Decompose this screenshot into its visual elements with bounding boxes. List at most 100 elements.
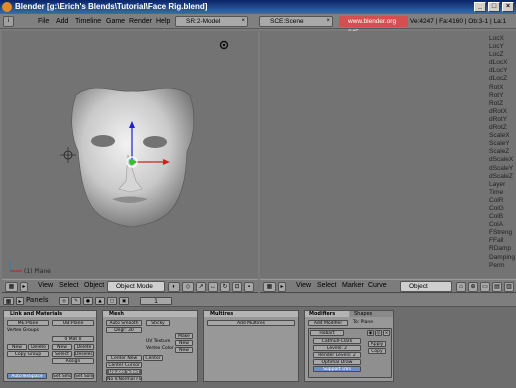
channel-item[interactable]: RotZ bbox=[489, 100, 516, 108]
new-material-button[interactable]: New bbox=[52, 344, 72, 350]
tab-shapes[interactable]: Shapes bbox=[350, 311, 393, 317]
channel-item[interactable]: RotX bbox=[489, 84, 516, 92]
channel-item[interactable]: Time bbox=[489, 189, 516, 197]
modifier-name-field[interactable]: Hobart bbox=[310, 330, 344, 336]
levels-field[interactable]: Levels: 2 bbox=[313, 345, 361, 351]
menu-render[interactable]: Render bbox=[129, 14, 152, 29]
channel-item[interactable]: ColB bbox=[489, 213, 516, 221]
scale-icon[interactable]: ⊡ bbox=[232, 282, 242, 292]
add-multires-button[interactable]: Add Multires bbox=[207, 320, 295, 326]
editor-type-icon[interactable]: ▦ bbox=[3, 297, 14, 305]
assign-button[interactable]: Assign bbox=[52, 358, 94, 364]
channel-item[interactable]: Layer bbox=[489, 181, 516, 189]
lock-icon[interactable]: ⌂ bbox=[456, 282, 466, 292]
pivot-icon[interactable]: ◇ bbox=[182, 282, 194, 292]
channel-item[interactable]: dScaleY bbox=[489, 165, 516, 173]
tab-modifiers[interactable]: Modifiers bbox=[305, 311, 349, 317]
channel-item[interactable]: dLocX bbox=[489, 59, 516, 67]
ipo-editor[interactable]: LocX LocY LocZ dLocX dLocY dLocZ RotX Ro… bbox=[260, 31, 516, 278]
menu-marker[interactable]: Marker bbox=[342, 280, 364, 292]
no-vnormal-flip-toggle[interactable]: No V.Normal Flip bbox=[106, 376, 142, 382]
script-context-icon[interactable]: ✎ bbox=[71, 297, 81, 305]
draw-type-icon[interactable]: ◐ bbox=[168, 282, 180, 292]
channel-item[interactable]: Perm bbox=[489, 262, 516, 270]
render-toggle-icon[interactable]: ◉ bbox=[367, 330, 374, 336]
channel-item[interactable]: RDamp bbox=[489, 245, 516, 253]
channel-item[interactable]: dRotX bbox=[489, 108, 516, 116]
3d-viewport[interactable]: (1) Plane bbox=[2, 31, 258, 278]
close-icon[interactable]: × bbox=[241, 17, 245, 26]
shading-context-icon[interactable]: ● bbox=[83, 297, 93, 305]
channel-item[interactable]: ColR bbox=[489, 197, 516, 205]
menu-help[interactable]: Help bbox=[156, 14, 170, 29]
ipo-type-selector[interactable]: Object bbox=[400, 281, 452, 292]
center-button[interactable]: Center bbox=[143, 355, 163, 361]
channel-item[interactable]: Damping bbox=[489, 254, 516, 262]
copy-icon[interactable]: ▤ bbox=[492, 282, 502, 292]
add-modifier-button[interactable]: Add Modifier bbox=[308, 320, 348, 326]
logic-context-icon[interactable]: ◎ bbox=[59, 297, 69, 305]
zoom-icon[interactable]: ⊕ bbox=[468, 282, 478, 292]
editor-type-icon[interactable]: ▦ bbox=[263, 282, 276, 292]
menu-add[interactable]: Add bbox=[56, 14, 68, 29]
delete-vgroup-button[interactable]: Delete bbox=[28, 344, 49, 350]
delete-material-button[interactable]: Delete bbox=[74, 344, 94, 350]
rotate-icon[interactable]: ↻ bbox=[220, 282, 230, 292]
manipulator-toggle-icon[interactable]: ↗ bbox=[196, 282, 206, 292]
autotexspace-toggle[interactable]: AutoTexSpace bbox=[7, 373, 47, 379]
scene-selector[interactable]: SCE:Scene × bbox=[259, 16, 333, 27]
menu-view[interactable]: View bbox=[296, 280, 311, 292]
menu-file[interactable]: File bbox=[38, 14, 49, 29]
minimize-button[interactable]: _ bbox=[474, 2, 486, 12]
display-toggle-icon[interactable]: ◎ bbox=[375, 330, 382, 336]
deselect-button[interactable]: Deselect bbox=[74, 351, 94, 357]
mode-selector[interactable]: Object Mode bbox=[107, 281, 165, 292]
render-levels-field[interactable]: Render Levels: 2 bbox=[313, 352, 361, 358]
menu-select[interactable]: Select bbox=[59, 280, 78, 292]
menu-view[interactable]: View bbox=[38, 280, 53, 292]
material-index-field[interactable]: 0 Mat 0 bbox=[52, 336, 94, 342]
channel-item[interactable]: ScaleX bbox=[489, 132, 516, 140]
channel-item[interactable]: dRotY bbox=[489, 116, 516, 124]
editing-context-icon[interactable]: □ bbox=[107, 297, 117, 305]
set-smooth-button[interactable]: Set Smooth bbox=[52, 373, 72, 379]
blender-url[interactable]: www.blender.org 245 bbox=[339, 16, 408, 36]
channel-item[interactable]: ScaleY bbox=[489, 140, 516, 148]
channel-item[interactable]: ColG bbox=[489, 205, 516, 213]
object-context-icon[interactable]: ▲ bbox=[95, 297, 105, 305]
uv-new-button[interactable]: New bbox=[175, 340, 193, 346]
apply-button[interactable]: Apply bbox=[368, 341, 386, 347]
collapse-menu-icon[interactable]: ▸ bbox=[20, 282, 28, 292]
support-uvs-toggle[interactable]: Support UVs bbox=[313, 366, 361, 372]
center-cursor-button[interactable]: Center Cursor bbox=[106, 362, 142, 368]
menu-timeline[interactable]: Timeline bbox=[75, 14, 101, 29]
channel-item[interactable]: dLocY bbox=[489, 67, 516, 75]
channel-item[interactable]: dScaleZ bbox=[489, 173, 516, 181]
translate-icon[interactable]: ↔ bbox=[208, 282, 218, 292]
channel-item[interactable]: LocX bbox=[489, 35, 516, 43]
screen-selector[interactable]: SR:2-Model × bbox=[175, 16, 248, 27]
mesh-name-field[interactable]: ME:Plane bbox=[7, 320, 49, 326]
channel-item[interactable]: FFall bbox=[489, 237, 516, 245]
collapse-menu-icon[interactable]: ▸ bbox=[278, 282, 286, 292]
subsurf-type-select[interactable]: Catmull-Clark bbox=[313, 338, 361, 344]
copy-group-button[interactable]: Copy Group bbox=[7, 351, 49, 357]
scene-context-icon[interactable]: ▣ bbox=[119, 297, 129, 305]
layer-icon[interactable]: ▪ bbox=[244, 282, 254, 292]
channel-item[interactable]: dScaleX bbox=[489, 156, 516, 164]
close-icon[interactable]: × bbox=[326, 17, 330, 26]
menu-object[interactable]: Object bbox=[84, 280, 104, 292]
paste-icon[interactable]: ▥ bbox=[504, 282, 514, 292]
maximize-button[interactable]: □ bbox=[488, 2, 500, 12]
vcol-new-button[interactable]: New bbox=[175, 347, 193, 353]
channel-item[interactable]: dLocZ bbox=[489, 75, 516, 83]
sticky-make-button[interactable]: Make bbox=[175, 333, 193, 339]
channel-item[interactable]: ColA bbox=[489, 221, 516, 229]
select-button[interactable]: Select bbox=[52, 351, 72, 357]
auto-smooth-toggle[interactable]: Auto Smooth bbox=[106, 320, 142, 326]
zoom-border-icon[interactable]: ▭ bbox=[480, 282, 490, 292]
menu-select[interactable]: Select bbox=[317, 280, 336, 292]
close-button[interactable]: × bbox=[502, 2, 514, 12]
collapse-menu-icon[interactable]: ▸ bbox=[16, 297, 24, 305]
frame-field[interactable]: 1 bbox=[140, 297, 172, 305]
